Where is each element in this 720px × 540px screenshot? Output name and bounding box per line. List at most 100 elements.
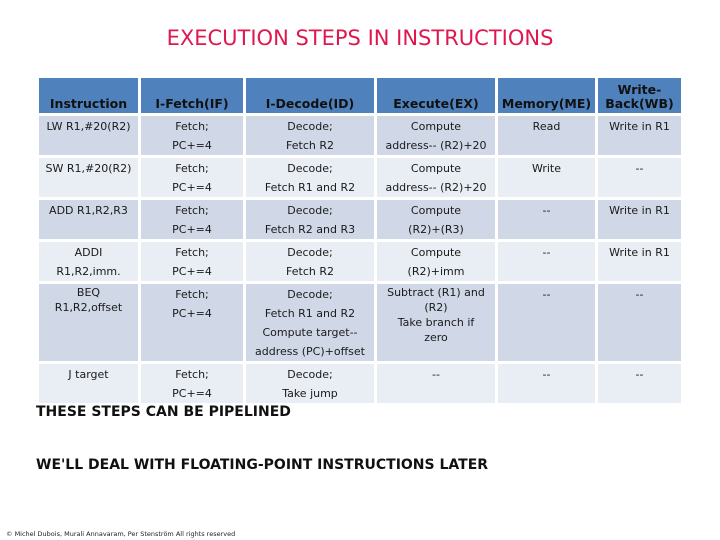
cell-text: PC+=4 bbox=[172, 265, 212, 278]
cell-fetch: Fetch; PC+=4 bbox=[141, 200, 243, 242]
cell-writeback: Write in R1 bbox=[598, 200, 681, 242]
cell-text: ADDI R1,R2,imm. bbox=[56, 246, 121, 278]
cell-instruction: BEQ R1,R2,offset bbox=[39, 284, 138, 364]
header-writeback: Write- Back(WB) bbox=[598, 78, 681, 116]
cell-writeback: Write in R1 bbox=[598, 116, 681, 158]
cell-fetch: Fetch; PC+=4 bbox=[141, 284, 243, 364]
cell-text: LW R1,#20(R2) bbox=[46, 120, 131, 133]
cell-text: Fetch; bbox=[175, 246, 209, 259]
cell-text: PC+=4 bbox=[172, 181, 212, 194]
cell-text: Read bbox=[532, 120, 561, 133]
cell-execute: Compute address-- (R2)+20 bbox=[377, 158, 495, 200]
cell-text: R1,R2,offset bbox=[54, 301, 123, 314]
cell-memory: -- bbox=[498, 364, 595, 406]
cell-text: Decode; bbox=[287, 288, 333, 301]
cell-text: Compute bbox=[410, 162, 462, 175]
slide-title: EXECUTION STEPS IN INSTRUCTIONS bbox=[166, 26, 554, 50]
cell-text: Fetch; bbox=[175, 120, 209, 133]
cell-fetch: Fetch; PC+=4 bbox=[141, 116, 243, 158]
cell-text: -- bbox=[635, 288, 644, 301]
cell-text: Fetch; bbox=[175, 368, 209, 381]
header-memory: Memory(ME) bbox=[498, 78, 595, 116]
cell-memory: Read bbox=[498, 116, 595, 158]
cell-text: Write in R1 bbox=[609, 120, 670, 133]
cell-text: -- bbox=[542, 204, 551, 217]
cell-text: Fetch R1 and R2 bbox=[264, 181, 356, 194]
cell-instruction: J target bbox=[39, 364, 138, 406]
cell-text: Decode; bbox=[287, 368, 333, 381]
note-pipelined: THESE STEPS CAN BE PIPELINED bbox=[36, 404, 291, 420]
header-idecode: I-Decode(ID) bbox=[246, 78, 374, 116]
cell-text: PC+=4 bbox=[172, 307, 212, 320]
cell-text: Take branch if bbox=[397, 316, 475, 329]
cell-text: Decode; bbox=[287, 120, 333, 133]
cell-fetch: Fetch; PC+=4 bbox=[141, 242, 243, 284]
cell-memory: -- bbox=[498, 200, 595, 242]
cell-text: Decode; bbox=[287, 246, 333, 259]
table-row: BEQ R1,R2,offset Fetch; PC+=4 Decode; Fetch R… bbox=[39, 284, 681, 364]
cell-text: zero bbox=[424, 331, 448, 344]
cell-text: SW R1,#20(R2) bbox=[45, 162, 132, 175]
header-execute: Execute(EX) bbox=[377, 78, 495, 116]
cell-text: -- bbox=[635, 162, 644, 175]
cell-text: Decode; bbox=[287, 162, 333, 175]
header-ifetch: I-Fetch(IF) bbox=[141, 78, 243, 116]
cell-memory: -- bbox=[498, 284, 595, 364]
cell-fetch: Fetch; PC+=4 bbox=[141, 364, 243, 406]
cell-text: -- bbox=[542, 288, 551, 301]
cell-text: BEQ bbox=[76, 286, 101, 299]
table-row: J target Fetch; PC+=4 Decode; Take jump -- -- -… bbox=[39, 364, 681, 406]
cell-text: Fetch; bbox=[175, 204, 209, 217]
cell-text: address-- (R2)+20 bbox=[385, 139, 487, 152]
cell-execute: Compute address-- (R2)+20 bbox=[377, 116, 495, 158]
cell-text: Fetch R1 and R2 bbox=[264, 307, 356, 320]
cell-execute: -- bbox=[377, 364, 495, 406]
cell-text: -- bbox=[542, 246, 551, 259]
cell-writeback: -- bbox=[598, 364, 681, 406]
execution-steps-table: Instruction I-Fetch(IF) I-Decode(ID) Exe… bbox=[36, 78, 684, 406]
cell-text: Subtract (R1) and bbox=[387, 286, 485, 299]
cell-writeback: -- bbox=[598, 158, 681, 200]
cell-text: Compute bbox=[410, 120, 462, 133]
cell-text: PC+=4 bbox=[172, 223, 212, 236]
table-row: LW R1,#20(R2) Fetch; PC+=4 Decode; Fetch R2 C… bbox=[39, 116, 681, 158]
cell-memory: -- bbox=[498, 242, 595, 284]
cell-text: J target bbox=[68, 368, 109, 381]
cell-writeback: -- bbox=[598, 284, 681, 364]
header-instruction: Instruction bbox=[39, 78, 138, 116]
cell-instruction: SW R1,#20(R2) bbox=[39, 158, 138, 200]
cell-decode: Decode; Fetch R1 and R2 Compute target-- ad… bbox=[246, 284, 374, 364]
cell-text: Write bbox=[531, 162, 562, 175]
cell-text: (R2)+imm bbox=[407, 265, 465, 278]
table-row: ADDI R1,R2,imm. Fetch; PC+=4 Decode; Fetch R… bbox=[39, 242, 681, 284]
cell-decode: Decode; Fetch R2 bbox=[246, 116, 374, 158]
cell-text: Fetch R2 and R3 bbox=[264, 223, 356, 236]
cell-text: Fetch; bbox=[175, 162, 209, 175]
cell-writeback: Write in R1 bbox=[598, 242, 681, 284]
table-row: SW R1,#20(R2) Fetch; PC+=4 Decode; Fetch R1 … bbox=[39, 158, 681, 200]
cell-text: Fetch R2 bbox=[286, 265, 334, 278]
cell-text: address-- (R2)+20 bbox=[385, 181, 487, 194]
cell-text: -- bbox=[635, 368, 644, 381]
cell-fetch: Fetch; PC+=4 bbox=[141, 158, 243, 200]
cell-text: (R2) bbox=[424, 301, 448, 314]
cell-text: PC+=4 bbox=[172, 139, 212, 152]
copyright-notice: © Michel Dubois, Murali Annavaram, Per S… bbox=[6, 530, 236, 538]
cell-execute: Subtract (R1) and (R2) Take branch if zero bbox=[377, 284, 495, 364]
cell-text: (R2)+(R3) bbox=[408, 223, 464, 236]
cell-instruction: LW R1,#20(R2) bbox=[39, 116, 138, 158]
table-row: ADD R1,R2,R3 Fetch; PC+=4 Decode; Fetch R2 a… bbox=[39, 200, 681, 242]
cell-instruction: ADDI R1,R2,imm. bbox=[39, 242, 138, 284]
table-header-row: Instruction I-Fetch(IF) I-Decode(ID) Exe… bbox=[39, 78, 681, 116]
cell-text: Fetch; bbox=[175, 288, 209, 301]
cell-text: Write in R1 bbox=[609, 204, 670, 217]
cell-memory: Write bbox=[498, 158, 595, 200]
cell-text: Write in R1 bbox=[609, 246, 670, 259]
cell-text: Compute bbox=[410, 246, 462, 259]
cell-text: Fetch R2 bbox=[286, 139, 334, 152]
cell-execute: Compute (R2)+imm bbox=[377, 242, 495, 284]
cell-text: Decode; bbox=[287, 204, 333, 217]
cell-text: address (PC)+offset bbox=[255, 345, 365, 358]
header-writeback-line1: Write- bbox=[617, 82, 662, 97]
cell-text: -- bbox=[542, 368, 551, 381]
